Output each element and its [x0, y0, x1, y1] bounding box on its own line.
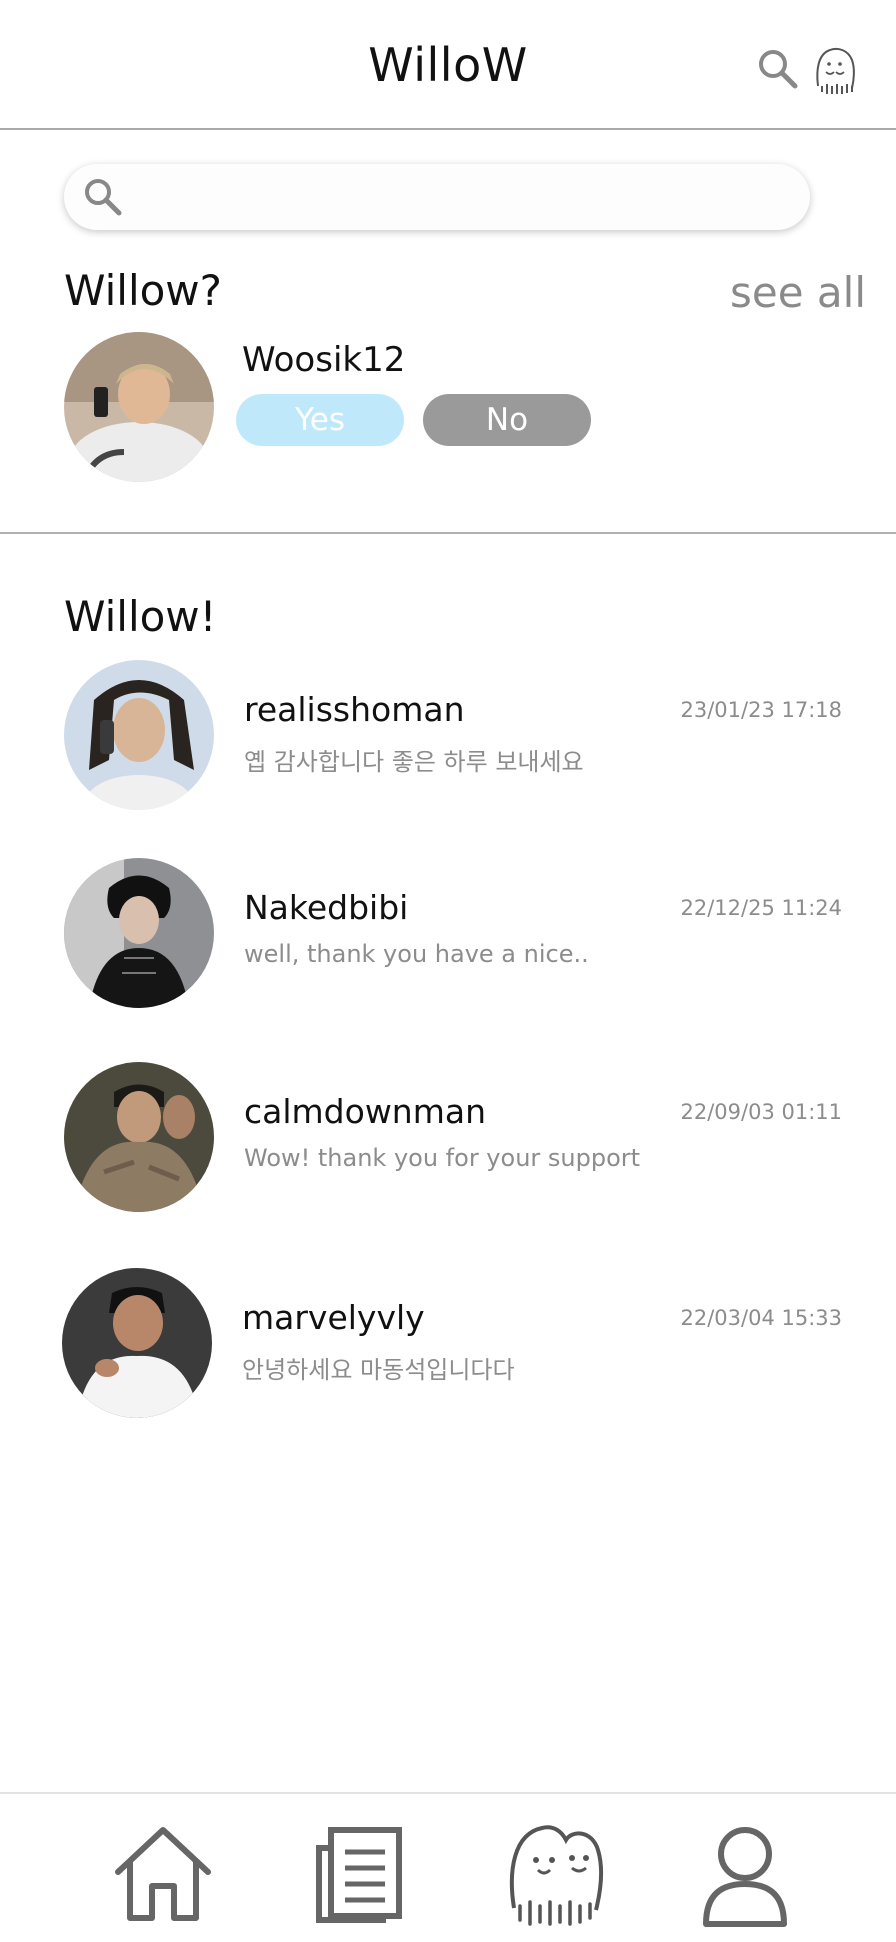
willow-ghost-icon[interactable]: [812, 46, 858, 96]
request-username: Woosik12: [242, 340, 406, 380]
section-divider: [0, 532, 896, 534]
top-bar: WilloW: [0, 0, 896, 130]
chat-preview: well, thank you have a nice..: [244, 940, 589, 968]
chat-username: realisshoman: [244, 690, 465, 729]
search-icon[interactable]: [755, 46, 801, 92]
chat-timestamp: 23/01/23 17:18: [680, 698, 842, 722]
search-input[interactable]: [140, 174, 780, 220]
user-icon[interactable]: [690, 1820, 800, 1930]
requests-title: Willow?: [64, 266, 222, 315]
search-icon: [85, 179, 122, 216]
search-bar[interactable]: [64, 164, 810, 230]
chat-timestamp: 22/09/03 01:11: [680, 1100, 842, 1124]
chat-list-item[interactable]: realisshoman 옙 감사합니다 좋은 하루 보내세요 23/01/23…: [0, 660, 896, 820]
chat-username: marvelyvly: [242, 1298, 425, 1337]
chat-preview: Wow! thank you for your support: [244, 1144, 641, 1172]
avatar[interactable]: [64, 332, 214, 482]
chat-preview: 옙 감사합니다 좋은 하루 보내세요: [244, 748, 584, 776]
accept-button[interactable]: Yes: [236, 394, 404, 446]
avatar: [64, 858, 214, 1008]
chat-list-item[interactable]: marvelyvly 안녕하세요 마동석입니다다 22/03/04 15:33: [0, 1268, 896, 1428]
willow-ghost-icon[interactable]: [500, 1820, 610, 1930]
document-list-icon[interactable]: [303, 1820, 413, 1930]
decline-button[interactable]: No: [423, 394, 591, 446]
home-icon[interactable]: [108, 1820, 218, 1930]
chat-list-item[interactable]: Nakedbibi well, thank you have a nice.. …: [0, 858, 896, 1018]
chat-username: Nakedbibi: [244, 888, 409, 927]
chat-list-item[interactable]: calmdownman Wow! thank you for your supp…: [0, 1062, 896, 1222]
chat-timestamp: 22/12/25 11:24: [680, 896, 842, 920]
avatar: [62, 1268, 212, 1418]
see-all-link[interactable]: see all: [730, 268, 866, 317]
chat-username: calmdownman: [244, 1092, 487, 1131]
bottom-nav: [0, 1792, 896, 1942]
avatar: [64, 1062, 214, 1212]
chat-screen: WilloW Willow? see all Woosik12 Yes No W…: [0, 0, 896, 1942]
chats-title: Willow!: [64, 592, 217, 641]
chat-preview: 안녕하세요 마동석입니다다: [242, 1356, 515, 1384]
avatar: [64, 660, 214, 810]
chat-timestamp: 22/03/04 15:33: [680, 1306, 842, 1330]
